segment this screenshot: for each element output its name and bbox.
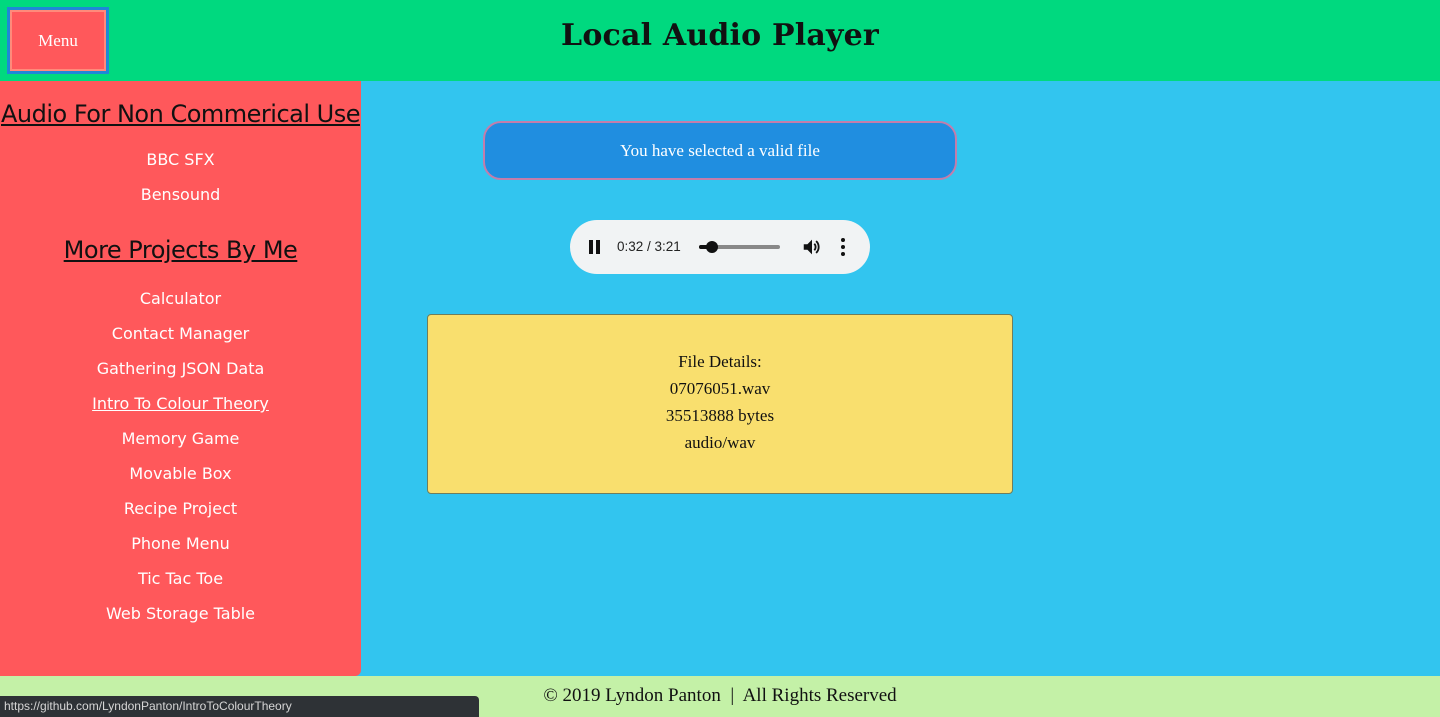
time-display: 0:32 / 3:21 xyxy=(617,239,681,254)
list-item: Tic Tac Toe xyxy=(0,566,361,601)
list-item: Movable Box xyxy=(0,461,361,496)
sidebar-link-movable-box[interactable]: Movable Box xyxy=(129,464,231,483)
sidebar-heading-audio: Audio For Non Commerical Use xyxy=(1,100,360,128)
sidebar-link-phone-menu[interactable]: Phone Menu xyxy=(131,534,230,553)
page-title: Local Audio Player xyxy=(561,18,879,53)
list-item: Contact Manager xyxy=(0,321,361,356)
audio-links-list: BBC SFX Bensound xyxy=(0,147,361,217)
seek-slider[interactable] xyxy=(699,241,780,253)
file-type: audio/wav xyxy=(684,433,756,452)
sidebar-link-bbc-sfx[interactable]: BBC SFX xyxy=(146,150,214,169)
sidebar-link-web-storage-table[interactable]: Web Storage Table xyxy=(106,604,255,623)
list-item: Bensound xyxy=(0,182,361,217)
projects-links-list: Calculator Contact Manager Gathering JSO… xyxy=(0,286,361,636)
sidebar-link-calculator[interactable]: Calculator xyxy=(140,289,221,308)
list-item: Memory Game xyxy=(0,426,361,461)
link-status-url: https://github.com/LyndonPanton/IntroToC… xyxy=(0,696,479,717)
sidebar-link-intro-to-colour-theory[interactable]: Intro To Colour Theory xyxy=(92,394,269,413)
sidebar-link-contact-manager[interactable]: Contact Manager xyxy=(112,324,249,343)
list-item: Gathering JSON Data xyxy=(0,356,361,391)
pause-icon[interactable] xyxy=(587,239,605,255)
sidebar-link-bensound[interactable]: Bensound xyxy=(141,185,221,204)
file-size: 35513888 bytes xyxy=(665,406,775,425)
list-item: Calculator xyxy=(0,286,361,321)
list-item: Web Storage Table xyxy=(0,601,361,636)
list-item: Intro To Colour Theory xyxy=(0,391,361,426)
file-details-heading: File Details: xyxy=(678,352,762,371)
volume-icon[interactable] xyxy=(801,236,823,258)
sidebar-link-tic-tac-toe[interactable]: Tic Tac Toe xyxy=(138,569,223,588)
file-status-banner: You have selected a valid file xyxy=(483,121,957,180)
list-item: Recipe Project xyxy=(0,496,361,531)
file-name: 07076051.wav xyxy=(669,379,771,398)
sidebar-menu: Audio For Non Commerical Use BBC SFX Ben… xyxy=(0,81,361,676)
site-header: Menu Local Audio Player xyxy=(0,0,1440,81)
sidebar-link-memory-game[interactable]: Memory Game xyxy=(122,429,240,448)
file-details-panel: File Details: 07076051.wav 35513888 byte… xyxy=(427,314,1013,494)
sidebar-link-recipe-project[interactable]: Recipe Project xyxy=(124,499,237,518)
copyright-text: © 2019 Lyndon Panton | All Rights Reserv… xyxy=(543,685,897,706)
more-vertical-icon[interactable] xyxy=(838,236,848,258)
sidebar-heading-projects: More Projects By Me xyxy=(63,236,298,264)
audio-player[interactable]: 0:32 / 3:21 xyxy=(570,220,870,274)
list-item: BBC SFX xyxy=(0,147,361,182)
seek-slider-thumb[interactable] xyxy=(705,241,718,253)
sidebar-link-gathering-json-data[interactable]: Gathering JSON Data xyxy=(97,359,265,378)
list-item: Phone Menu xyxy=(0,531,361,566)
